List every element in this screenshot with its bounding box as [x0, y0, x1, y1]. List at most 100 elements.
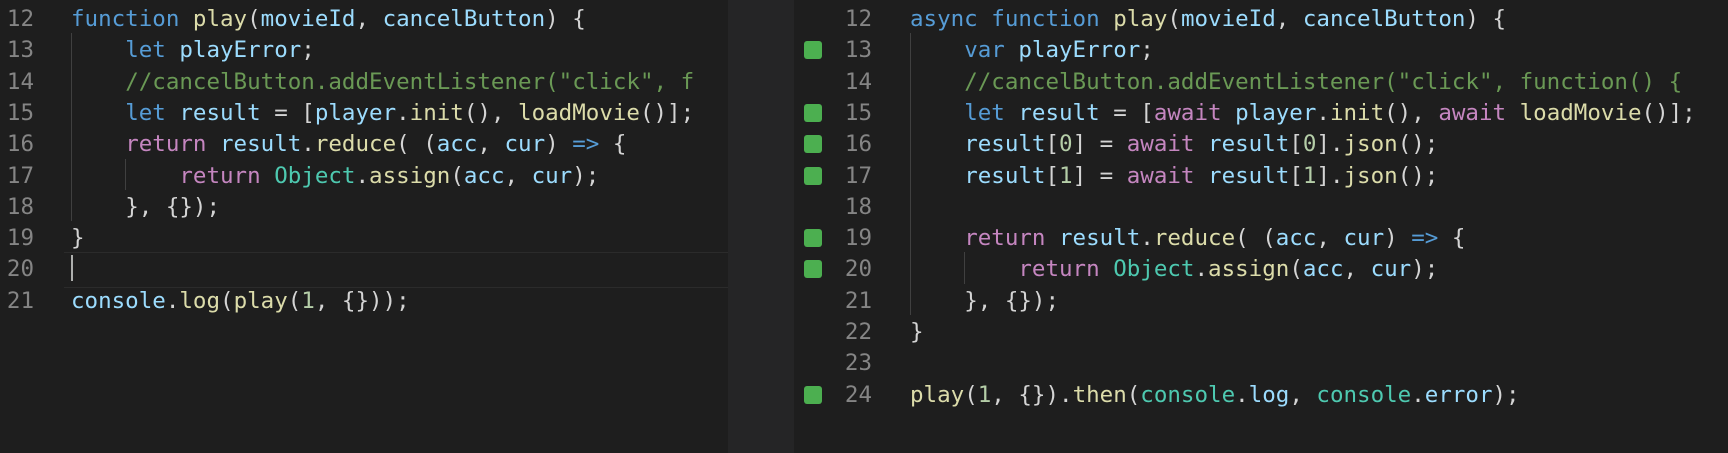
code-text[interactable]: return Object.assign(acc, cur); — [910, 252, 1438, 286]
line-number: 13 — [6, 37, 34, 64]
code-token: ( ( — [396, 131, 437, 158]
code-text[interactable]: //cancelButton.addEventListener("click",… — [910, 65, 1682, 99]
code-line[interactable]: 17 return Object.assign(acc, cur); — [0, 159, 728, 193]
code-text[interactable]: console.log(play(1, {})); — [71, 284, 410, 318]
code-text[interactable]: } — [910, 315, 924, 349]
code-token: [ — [1289, 131, 1303, 158]
code-token: result — [1208, 131, 1290, 158]
code-text[interactable]: }, {}); — [71, 190, 220, 224]
code-token: ( — [964, 381, 978, 408]
code-token: , {})); — [314, 287, 410, 314]
code-text[interactable]: return Object.assign(acc, cur); — [71, 159, 599, 193]
code-line[interactable]: 14 //cancelButton.addEventListener("clic… — [794, 65, 1728, 99]
code-token: json — [1343, 162, 1398, 189]
code-token: } — [71, 225, 85, 252]
code-token: ) { — [545, 6, 586, 32]
editor-pane-left[interactable]: 12 function play(movieId, cancelButton) {… — [0, 0, 728, 453]
code-token: console — [1316, 381, 1412, 408]
code-line[interactable]: 18 — [794, 190, 1728, 224]
code-token: result — [964, 131, 1046, 158]
indent-guide — [125, 158, 127, 190]
code-text[interactable]: async function play(movieId, cancelButto… — [910, 2, 1506, 36]
code-text[interactable]: let playError; — [71, 33, 315, 67]
code-text[interactable]: //cancelButton.addEventListener("click",… — [71, 65, 694, 99]
code-token: play — [910, 381, 965, 408]
code-line[interactable]: 16 return result.reduce( (acc, cur) => { — [0, 127, 728, 161]
code-token: log — [1248, 381, 1290, 408]
code-token: ()]; — [639, 99, 695, 126]
code-token: loadMovie — [1519, 99, 1642, 126]
code-token: { — [599, 131, 627, 158]
code-text[interactable]: result[1] = await result[1].json(); — [910, 159, 1438, 193]
code-token: return — [964, 225, 1046, 252]
editor-pane-right[interactable]: 12 async function play(movieId, cancelBut… — [794, 0, 1728, 453]
code-token: ) — [1384, 225, 1412, 252]
code-line[interactable]: 17 result[1] = await result[1].json(); — [794, 159, 1728, 193]
code-line[interactable]: 19} — [0, 221, 728, 255]
code-token: playError — [179, 37, 302, 64]
code-token: . — [301, 131, 315, 158]
code-text[interactable]: return result.reduce( (acc, cur) => { — [910, 221, 1465, 255]
code-token: . — [1194, 256, 1209, 283]
code-token: ] = — [1072, 162, 1127, 189]
code-token: => — [572, 131, 600, 158]
code-line[interactable]: 21 console.log(play(1, {})); — [0, 284, 728, 318]
code-line[interactable]: 15 let result = [await player.init(), aw… — [794, 96, 1728, 130]
code-line[interactable]: 12 async function play(movieId, cancelBut… — [794, 2, 1728, 36]
code-line[interactable]: 13 var playError; — [794, 33, 1728, 67]
code-token: 0 — [1059, 131, 1073, 158]
line-number: 18 — [844, 193, 872, 220]
code-token: function — [71, 6, 180, 32]
code-line[interactable]: 22} — [794, 315, 1728, 349]
code-token: [ — [1289, 162, 1303, 189]
code-token: var — [964, 37, 1005, 64]
code-text[interactable]: function play(movieId, cancelButton) { — [71, 2, 586, 36]
code-text[interactable]: return result.reduce( (acc, cur) => { — [71, 127, 626, 161]
code-token: }, {}); — [125, 193, 221, 220]
code-line[interactable]: 16 result[0] = await result[0].json(); — [794, 127, 1728, 161]
code-token: console — [1140, 381, 1236, 408]
code-token: Object — [274, 162, 356, 189]
code-line[interactable]: 13 let playError; — [0, 33, 728, 67]
line-number: 23 — [844, 350, 872, 377]
code-token: ( — [247, 6, 261, 32]
code-token: ); — [1492, 381, 1520, 408]
code-text[interactable]: play(1, {}).then(console.log, console.er… — [910, 378, 1520, 412]
code-text[interactable]: result[0] = await result[0].json(); — [910, 127, 1438, 161]
code-line[interactable]: 18 }, {}); — [0, 190, 728, 224]
code-line[interactable]: 15 let result = [player.init(), loadMovi… — [0, 96, 728, 130]
code-text[interactable]: }, {}); — [910, 284, 1059, 318]
code-line[interactable]: 23 — [794, 346, 1728, 380]
code-line[interactable]: 24 play(1, {}).then(console.log, console.… — [794, 378, 1728, 412]
code-text[interactable]: let result = [await player.init(), await… — [910, 96, 1696, 130]
code-token: let — [125, 99, 166, 126]
code-line[interactable]: 20 — [0, 252, 728, 286]
code-line[interactable]: 14 //cancelButton.addEventListener("clic… — [0, 65, 728, 99]
code-token: cur — [1370, 256, 1412, 283]
code-token: , — [355, 6, 383, 32]
code-token: await — [1438, 99, 1507, 126]
code-token: ) — [545, 131, 573, 158]
code-token: then — [1072, 381, 1127, 408]
code-line[interactable]: 20 return Object.assign(acc, cur); — [794, 252, 1728, 286]
code-text[interactable]: } — [71, 221, 85, 255]
code-token: cancelButton — [1302, 6, 1466, 32]
line-number: 12 — [6, 6, 34, 32]
code-token: acc — [463, 162, 505, 189]
code-line[interactable]: 12 function play(movieId, cancelButton) { — [0, 2, 728, 36]
code-token: result — [179, 99, 261, 126]
indent-guide — [964, 252, 966, 284]
code-line[interactable]: 21 }, {}); — [794, 284, 1728, 318]
code-text[interactable]: var playError; — [910, 33, 1154, 67]
indent-guide — [910, 33, 911, 315]
code-text[interactable]: let result = [player.init(), loadMovie()… — [71, 96, 694, 130]
pane-divider[interactable] — [728, 0, 1522, 453]
code-line[interactable]: 19 return result.reduce( (acc, cur) => { — [794, 221, 1728, 255]
code-token: ); — [572, 162, 600, 189]
code-token: => — [1411, 225, 1439, 252]
